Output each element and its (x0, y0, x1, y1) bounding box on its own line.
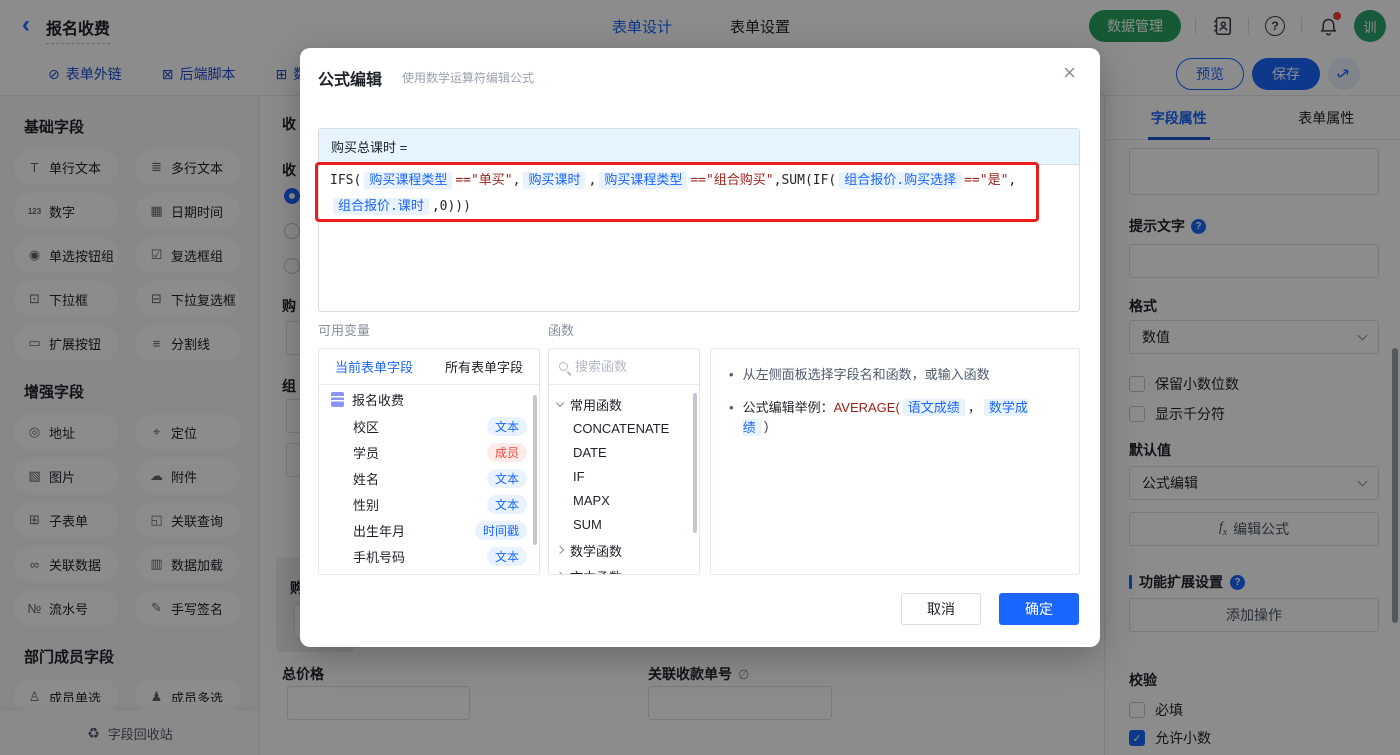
chevron-down-icon (555, 398, 565, 407)
function-group-label: 常用函数 (570, 397, 623, 413)
bullet-icon: • (729, 400, 734, 415)
function-search[interactable] (549, 349, 699, 385)
formula-help-panel: • 从左侧面板选择字段名和函数，或输入函数 • 公式编辑举例：AVERAGE(语… (710, 348, 1080, 575)
formula-field-token[interactable]: 组合报价.购买选择 (839, 172, 962, 189)
variables-scrollbar[interactable] (533, 395, 537, 545)
formula-line: IFS(购买课程类型 =="单买", 购买课时, 购买课程类型 =="组合购买",SUM… (330, 168, 1046, 194)
help-tip: • 公式编辑举例：AVERAGE(语文成绩，数学成绩） (729, 398, 1061, 438)
formula-plain-text: ） (763, 420, 777, 435)
formula-line: 组合报价.课时 ,0))) (330, 194, 1046, 220)
variable-row[interactable]: 校区 文本 (319, 413, 539, 439)
function-group-label: 文本函数 (570, 567, 622, 575)
variable-type-badge: 时间戳 (474, 520, 527, 540)
app-root: ‹ 报名收费 表单设计 表单设置 数据管理 ? 训 ⊘ 表单外链 ⊠ 后端脚本 … (0, 0, 1400, 755)
help-example: 公式编辑举例：AVERAGE(语文成绩，数学成绩） (742, 398, 1061, 438)
function-item-sum[interactable]: SUM (549, 513, 699, 537)
variables-tabs: 当前表单字段 所有表单字段 (319, 349, 539, 385)
formula-plain-text: , (588, 173, 597, 188)
function-group-label: 数学函数 (570, 543, 623, 559)
variable-name: 姓名 (353, 471, 380, 487)
formula-field-token[interactable]: 购买课程类型 (364, 172, 453, 189)
functions-list: 常用函数 CONCATENATEDATEIFMAPXSUM 数学函数文本函数 (549, 385, 699, 575)
functions-label: 函数 (548, 323, 575, 338)
formula-plain-text: , (1008, 173, 1017, 188)
chevron-right-icon (555, 545, 565, 555)
function-group-expanded[interactable]: 常用函数 (549, 391, 699, 417)
formula-field-token[interactable]: 组合报价.课时 (333, 198, 429, 215)
functions-scrollbar[interactable] (693, 393, 697, 533)
formula-field-token[interactable]: 语文成绩 (902, 399, 965, 416)
variable-name: 校区 (353, 419, 380, 435)
variable-type-badge: 文本 (486, 468, 527, 488)
formula-edit-modal: 公式编辑 使用数学运算符编辑公式 × 购买总课时 = IFS(购买课程类型 =="… (300, 48, 1100, 647)
variable-row[interactable]: 性别 文本 (319, 491, 539, 517)
variable-row[interactable]: 手机号码 文本 (319, 543, 539, 569)
help-tip: • 从左侧面板选择字段名和函数，或输入函数 (729, 365, 1061, 385)
variable-type-badge: 文本 (486, 546, 527, 566)
variable-name: 出生年月 (353, 523, 406, 539)
help-tip-text: 从左侧面板选择字段名和函数，或输入函数 (742, 367, 990, 382)
modal-title: 公式编辑 (318, 72, 383, 89)
variables-panel: 当前表单字段 所有表单字段 报名收费 校区 文本 学员 成员 姓名 文本 性别 文本 出生年月时… (318, 348, 540, 575)
formula-operator-text: =="单买" (455, 173, 513, 188)
variable-name: 手机号码 (353, 549, 406, 565)
function-group-collapsed[interactable]: 数学函数 (549, 537, 699, 563)
cancel-button[interactable]: 取消 (901, 593, 981, 625)
variable-row[interactable]: 姓名 文本 (319, 465, 539, 491)
variable-type-badge: 文本 (486, 416, 527, 436)
variable-row[interactable]: 学员 成员 (319, 439, 539, 465)
form-node-label: 报名收费 (352, 392, 405, 408)
formula-plain-text: 公式编辑举例： (742, 400, 834, 415)
formula-plain-text: , (512, 173, 521, 188)
formula-operator-text: AVERAGE( (833, 400, 900, 415)
function-item-mapx[interactable]: MAPX (549, 489, 699, 513)
formula-editor: 购买总课时 = (318, 128, 1080, 312)
bullet-icon: • (729, 367, 734, 382)
functions-panel: 常用函数 CONCATENATEDATEIFMAPXSUM 数学函数文本函数 (548, 348, 700, 575)
search-icon (559, 362, 568, 371)
variables-label: 可用变量 (318, 323, 371, 338)
variables-list: 校区 文本 学员 成员 姓名 文本 性别 文本 出生年月 时间戳 手机号码 文本 (319, 413, 539, 569)
formula-operator-text: =="是" (964, 173, 1009, 188)
function-group-collapsed[interactable]: 文本函数 (549, 563, 699, 575)
variable-name: 性别 (353, 497, 380, 513)
formula-plain-text: ， (967, 400, 981, 415)
chevron-right-icon (555, 571, 565, 574)
tab-all-form-fields[interactable]: 所有表单字段 (429, 349, 539, 384)
formula-expression[interactable]: IFS(购买课程类型 =="单买", 购买课时, 购买课程类型 =="组合购买",SUM… (330, 168, 1046, 220)
form-doc-icon (331, 391, 344, 407)
function-item-date[interactable]: DATE (549, 441, 699, 465)
variable-type-badge: 文本 (486, 494, 527, 514)
modal-subtitle: 使用数学运算符编辑公式 (402, 71, 535, 85)
formula-plain-text: IFS( (330, 173, 362, 188)
close-icon[interactable]: × (1063, 62, 1076, 84)
confirm-button[interactable]: 确定 (999, 593, 1079, 625)
function-search-input[interactable] (575, 359, 689, 374)
formula-plain-text: ,SUM(IF( (773, 173, 837, 188)
formula-operator-text: =="组合购买" (690, 173, 774, 188)
formula-field-token[interactable]: 购买课时 (523, 172, 586, 189)
function-item-if[interactable]: IF (549, 465, 699, 489)
tab-current-form-fields[interactable]: 当前表单字段 (319, 349, 429, 384)
variable-type-badge: 成员 (486, 442, 527, 462)
function-item-concatenate[interactable]: CONCATENATE (549, 417, 699, 441)
variable-name: 学员 (353, 445, 380, 461)
formula-field-token[interactable]: 购买课程类型 (599, 172, 688, 189)
formula-plain-text: ,0))) (431, 199, 471, 214)
formula-target: 购买总课时 = (319, 129, 1079, 165)
variables-form-node[interactable]: 报名收费 (319, 385, 539, 413)
variable-row[interactable]: 出生年月 时间戳 (319, 517, 539, 543)
